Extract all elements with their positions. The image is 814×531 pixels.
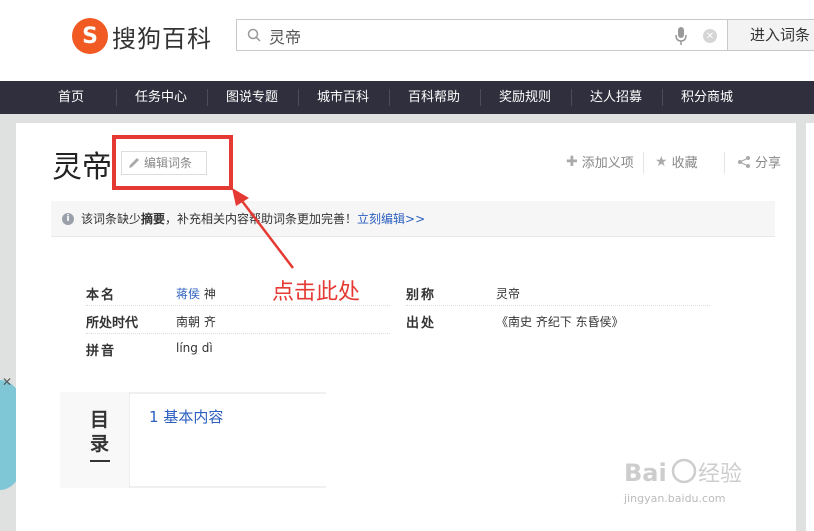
- baidu-jingyan-watermark-logo: Bai 经验: [624, 458, 742, 487]
- right-column: [806, 123, 814, 531]
- info-label-name: 本名: [86, 288, 117, 303]
- nav-separator: [207, 89, 208, 106]
- info-label-pinyin: 拼音: [86, 344, 117, 359]
- nav-separator: [389, 89, 390, 106]
- microphone-icon[interactable]: [674, 26, 688, 46]
- close-icon[interactable]: ✕: [0, 375, 14, 389]
- action-separator: [724, 152, 725, 174]
- plus-icon: ✚: [566, 153, 578, 170]
- nav-separator: [662, 89, 663, 106]
- notice-suffix: ，补充相关内容帮助词条更加完善！: [165, 212, 358, 226]
- main-nav: 首页 任务中心 图说专题 城市百科 百科帮助 奖励规则 达人招募 积分商城: [0, 81, 814, 114]
- nav-item-recruit[interactable]: 达人招募: [590, 81, 642, 114]
- click-here-annotation: 点击此处: [272, 280, 361, 305]
- logo-text: 搜狗百科: [112, 24, 212, 53]
- share-label: 分享: [755, 156, 782, 171]
- info-value-alias: 灵帝: [496, 287, 521, 301]
- svg-text:经验: 经验: [698, 462, 742, 487]
- edit-now-link[interactable]: 立刻编辑>>: [357, 212, 425, 226]
- nav-item-shop[interactable]: 积分商城: [681, 81, 733, 114]
- header: S 搜狗百科 ✕ 进入词条: [0, 0, 814, 81]
- watermark-url: jingyan.baidu.com: [624, 492, 726, 505]
- search-input[interactable]: [269, 24, 649, 48]
- nav-item-topics[interactable]: 图说专题: [226, 81, 278, 114]
- action-separator: [643, 152, 644, 174]
- divider: [86, 333, 390, 334]
- star-icon: ★: [655, 153, 668, 170]
- nav-separator: [571, 89, 572, 106]
- svg-text:Bai: Bai: [624, 459, 667, 487]
- nav-separator: [298, 89, 299, 106]
- info-value-pinyin: líng dì: [176, 341, 213, 355]
- nav-item-home[interactable]: 首页: [58, 81, 84, 114]
- info-icon: i: [62, 213, 74, 225]
- clear-icon[interactable]: ✕: [703, 29, 717, 43]
- sogou-logo-icon: S: [72, 18, 108, 54]
- info-value-era: 南朝 齐: [176, 315, 216, 329]
- search-box[interactable]: ✕: [236, 19, 728, 51]
- share-button[interactable]: 分享: [737, 152, 781, 171]
- toc-item-text: 基本内容: [163, 408, 224, 426]
- divider: [406, 305, 710, 306]
- info-value-name-link[interactable]: 蒋侯: [176, 287, 200, 301]
- nav-separator: [480, 89, 481, 106]
- nav-item-help[interactable]: 百科帮助: [408, 81, 460, 114]
- favorite-label: 收藏: [671, 156, 698, 171]
- nav-item-rewards[interactable]: 奖励规则: [499, 81, 551, 114]
- info-label-alias: 别称: [406, 288, 437, 303]
- notice-bold: 摘要: [141, 212, 166, 226]
- toc-item-number: 1: [149, 408, 159, 426]
- toc-label: 目录: [90, 409, 110, 455]
- toc-underline: [90, 460, 110, 462]
- entry-title: 灵帝: [52, 150, 112, 185]
- favorite-button[interactable]: ★ 收藏: [655, 152, 698, 172]
- info-label-source: 出处: [406, 316, 437, 331]
- annotation-highlight-box: [112, 135, 233, 190]
- toc-item[interactable]: 1 基本内容: [149, 406, 223, 427]
- logo[interactable]: S 搜狗百科: [72, 18, 212, 54]
- nav-item-task-center[interactable]: 任务中心: [135, 81, 187, 114]
- missing-summary-notice: i 该词条缺少摘要，补充相关内容帮助词条更加完善！立刻编辑>>: [51, 201, 775, 237]
- add-meaning-button[interactable]: ✚ 添加义项: [566, 152, 634, 172]
- notice-prefix: 该词条缺少: [81, 212, 142, 226]
- enter-entry-button[interactable]: 进入词条: [727, 19, 814, 51]
- nav-separator: [116, 89, 117, 106]
- add-meaning-label: 添加义项: [581, 156, 634, 171]
- search-icon: [247, 28, 261, 42]
- info-label-era: 所处时代: [86, 316, 139, 331]
- info-value-source: 《南史 齐纪下 东昏侯》: [496, 315, 624, 329]
- info-value-name: 蒋侯 神: [176, 285, 216, 302]
- nav-item-city[interactable]: 城市百科: [317, 81, 369, 114]
- share-icon: [738, 155, 750, 168]
- info-value-name-rest: 神: [203, 287, 216, 301]
